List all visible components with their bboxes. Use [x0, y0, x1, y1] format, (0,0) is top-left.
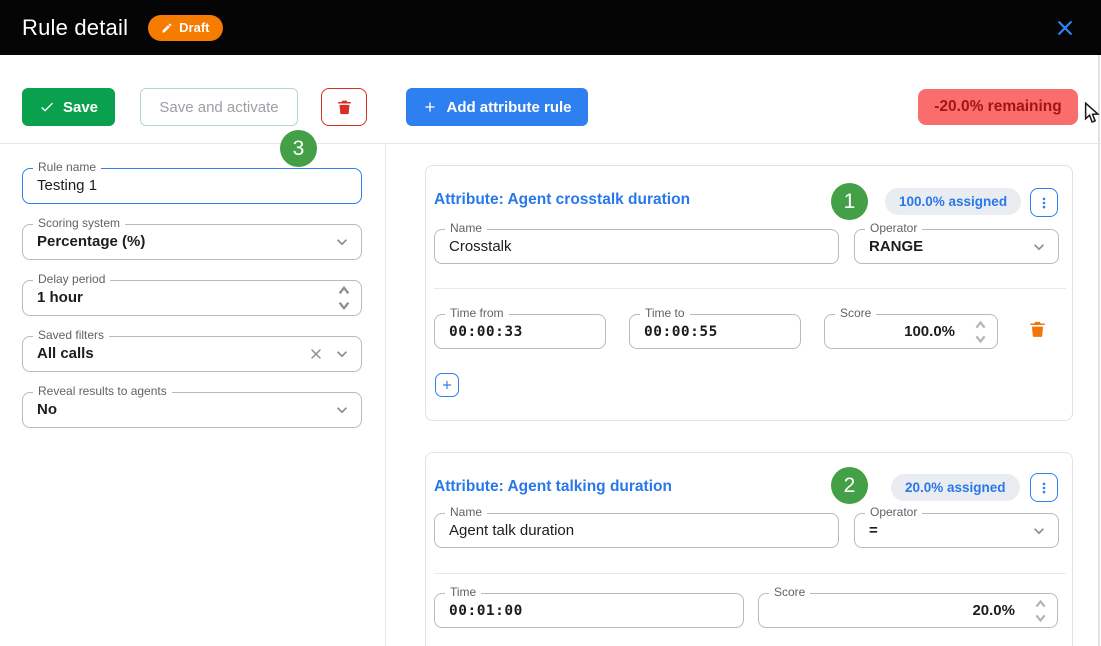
operator-value: =	[855, 514, 1058, 548]
close-icon	[1055, 18, 1075, 38]
scoring-system-select[interactable]: Scoring system Percentage (%)	[22, 224, 362, 260]
check-icon	[39, 99, 55, 115]
close-button[interactable]	[1051, 14, 1079, 42]
time-to-value: 00:00:55	[630, 315, 800, 349]
delay-period-value: 1 hour	[23, 281, 361, 315]
time-value: 00:01:00	[435, 594, 743, 628]
saved-filters-select[interactable]: Saved filters All calls	[22, 336, 362, 372]
time-to-field[interactable]: Time to 00:00:55	[629, 314, 801, 349]
card-menu-button[interactable]	[1030, 188, 1058, 217]
rule-name-field[interactable]: Rule name Testing 1	[22, 168, 362, 204]
time-label: Time	[445, 585, 481, 599]
attribute-name-label: Name	[445, 221, 487, 235]
scoring-system-label: Scoring system	[33, 216, 125, 230]
assigned-percentage-chip: 100.0% assigned	[885, 188, 1021, 215]
stepper-arrows-icon[interactable]	[336, 285, 352, 312]
saved-filters-label: Saved filters	[33, 328, 109, 342]
remaining-percentage-label: -20.0% remaining	[934, 98, 1062, 116]
operator-select[interactable]: Operator RANGE	[854, 229, 1059, 264]
time-to-label: Time to	[640, 306, 690, 320]
card-menu-button[interactable]	[1030, 473, 1058, 502]
mouse-cursor	[1084, 102, 1100, 124]
attribute-card-title: Attribute: Agent crosstalk duration	[434, 191, 690, 209]
saved-filters-adornments	[308, 344, 352, 364]
save-button-label: Save	[63, 99, 98, 116]
save-and-activate-button[interactable]: Save and activate	[140, 88, 298, 126]
score-label: Score	[769, 585, 810, 599]
rule-name-value: Testing 1	[23, 169, 361, 203]
stepper-arrows-icon[interactable]	[1033, 598, 1048, 623]
annotation-circle-2: 2	[831, 467, 868, 504]
status-badge: Draft	[148, 15, 222, 41]
attribute-name-value: Crosstalk	[435, 230, 838, 264]
score-label: Score	[835, 306, 876, 320]
modal-header: Rule detail Draft	[0, 0, 1101, 55]
delete-row-button[interactable]	[1028, 319, 1047, 339]
delete-rule-button[interactable]	[321, 88, 367, 126]
attribute-card-title: Attribute: Agent talking duration	[434, 478, 672, 496]
score-value: 100.0%	[825, 315, 997, 349]
score-value: 20.0%	[759, 594, 1057, 628]
operator-label: Operator	[865, 221, 922, 235]
reveal-results-label: Reveal results to agents	[33, 384, 172, 398]
score-field[interactable]: Score 20.0%	[758, 593, 1058, 628]
status-badge-label: Draft	[179, 20, 209, 35]
page-title: Rule detail	[22, 15, 128, 41]
operator-value: RANGE	[855, 230, 1058, 264]
trash-icon	[336, 98, 353, 116]
add-attribute-rule-button[interactable]: Add attribute rule	[406, 88, 588, 126]
clear-icon[interactable]	[308, 346, 324, 362]
kebab-icon	[1037, 195, 1051, 211]
add-row-button[interactable]	[435, 373, 459, 397]
annotation-circle-1: 1	[831, 183, 868, 220]
score-field[interactable]: Score 100.0%	[824, 314, 998, 349]
toolbar-divider	[0, 143, 1101, 144]
pencil-icon	[161, 22, 173, 34]
operator-select[interactable]: Operator =	[854, 513, 1059, 548]
annotation-circle-3: 3	[280, 130, 317, 167]
attribute-name-field[interactable]: Name Crosstalk	[434, 229, 839, 264]
time-from-label: Time from	[445, 306, 509, 320]
annotation-number: 1	[844, 190, 856, 214]
time-from-field[interactable]: Time from 00:00:33	[434, 314, 606, 349]
reveal-results-value: No	[23, 393, 361, 427]
add-attribute-rule-label: Add attribute rule	[446, 99, 571, 116]
save-button[interactable]: Save	[22, 88, 115, 126]
chevron-down-icon	[332, 400, 352, 420]
time-field[interactable]: Time 00:01:00	[434, 593, 744, 628]
annotation-number: 3	[293, 137, 305, 161]
chevron-down-icon	[332, 232, 352, 252]
modal-right-edge	[1098, 55, 1100, 646]
attribute-card-crosstalk: Attribute: Agent crosstalk duration 100.…	[425, 165, 1073, 421]
chevron-down-icon	[1029, 237, 1049, 257]
assigned-percentage-label: 20.0% assigned	[905, 480, 1006, 495]
panel-divider	[385, 143, 386, 646]
chevron-down-icon	[1029, 521, 1049, 541]
kebab-icon	[1037, 480, 1051, 496]
remaining-percentage-badge: -20.0% remaining	[918, 89, 1078, 125]
stepper-arrows-icon[interactable]	[973, 319, 988, 344]
rule-detail-modal: Rule detail Draft Save Save and activate	[0, 0, 1101, 646]
delay-period-stepper[interactable]: Delay period 1 hour	[22, 280, 362, 316]
attribute-name-field[interactable]: Name Agent talk duration	[434, 513, 839, 548]
save-and-activate-label: Save and activate	[159, 99, 278, 116]
plus-icon	[440, 378, 454, 392]
attribute-name-label: Name	[445, 505, 487, 519]
time-from-value: 00:00:33	[435, 315, 605, 349]
card-divider	[434, 288, 1066, 289]
annotation-number: 2	[844, 474, 856, 498]
attribute-name-value: Agent talk duration	[435, 514, 838, 548]
card-divider	[434, 573, 1066, 574]
reveal-results-select[interactable]: Reveal results to agents No	[22, 392, 362, 428]
attribute-card-talking: Attribute: Agent talking duration 20.0% …	[425, 452, 1073, 646]
chevron-down-icon	[332, 344, 352, 364]
assigned-percentage-chip: 20.0% assigned	[891, 474, 1020, 501]
plus-icon	[422, 99, 438, 115]
rule-name-label: Rule name	[33, 160, 101, 174]
operator-label: Operator	[865, 505, 922, 519]
scoring-system-value: Percentage (%)	[23, 225, 361, 259]
delay-period-label: Delay period	[33, 272, 110, 286]
assigned-percentage-label: 100.0% assigned	[899, 194, 1007, 209]
